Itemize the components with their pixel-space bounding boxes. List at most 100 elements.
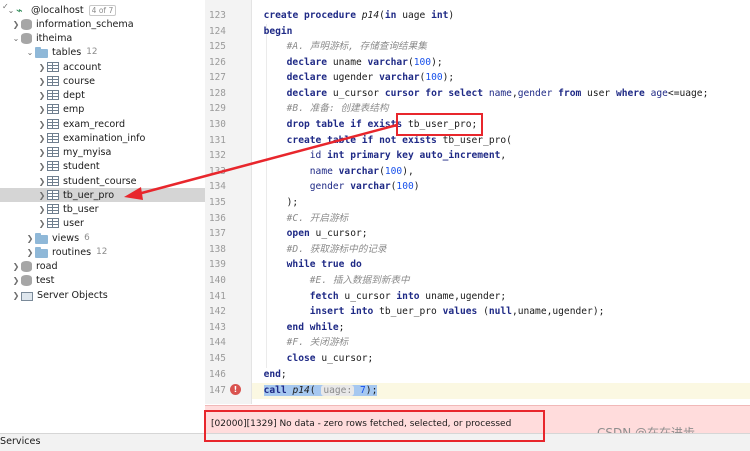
tree-item-examination-info[interactable]: ❯ examination_info [0, 131, 205, 145]
code-line-145[interactable]: #F. 关闭游标 [252, 335, 750, 351]
code-token: declare [286, 72, 333, 83]
chevron-right-icon[interactable]: ❯ [37, 117, 47, 131]
line-number: 131 [209, 135, 226, 146]
chevron-right-icon[interactable]: ❯ [37, 131, 47, 145]
code-line-143[interactable]: insert into tb_uer_pro values (null,unam… [252, 304, 750, 320]
line-number: 130 [209, 119, 226, 130]
code-line-136[interactable]: ); [252, 195, 750, 211]
code-line-127[interactable]: declare uname varchar(100); [252, 55, 750, 71]
code-editor[interactable]: create procedure p14(in uage int) begin … [252, 0, 750, 404]
code-token: ,uname,ugender); [511, 306, 605, 317]
code-token: gender [309, 181, 351, 192]
code-comment: #B. 准备: 创建表结构 [286, 103, 389, 114]
error-marker-icon[interactable]: ! [230, 384, 241, 395]
tree-item-course[interactable]: ❯ course [0, 74, 205, 88]
chevron-down-icon[interactable]: ⌄ [25, 45, 35, 59]
tree-item-exam-record[interactable]: ❯ exam_record [0, 117, 205, 131]
tree-item-label: routines [52, 246, 92, 258]
chevron-right-icon[interactable]: ❯ [37, 60, 47, 74]
code-line-142[interactable]: fetch u_cursor into uname,ugender; [252, 289, 750, 305]
chevron-right-icon[interactable]: ❯ [11, 259, 21, 273]
code-line-134[interactable]: name varchar(100), [252, 164, 750, 180]
tree-item-tb-user[interactable]: ❯ tb_user [0, 202, 205, 216]
code-token: declare [286, 88, 333, 99]
code-line-125[interactable]: begin [252, 24, 750, 40]
chevron-right-icon[interactable]: ❯ [37, 159, 47, 173]
chevron-right-icon[interactable]: ❯ [11, 17, 21, 31]
code-token: name [309, 166, 339, 177]
code-line-130[interactable]: #B. 准备: 创建表结构 [252, 101, 750, 117]
tree-item-student[interactable]: ❯ student [0, 159, 205, 173]
chevron-down-icon[interactable]: ⌄ [6, 3, 16, 17]
code-line-146[interactable]: close u_cursor; [252, 351, 750, 367]
tree-item-my-myisa[interactable]: ❯ my_myisa [0, 145, 205, 159]
code-token: end [263, 369, 281, 380]
code-line-135[interactable]: gender varchar(100) [252, 179, 750, 195]
database-tree: ✓ ⌄ ⌁ @localhost 4 of 7 ❯ information_sc… [0, 0, 205, 433]
code-line-128[interactable]: declare ugender varchar(100); [252, 70, 750, 86]
chevron-right-icon[interactable]: ❯ [37, 202, 47, 216]
tree-item-dept[interactable]: ❯ dept [0, 88, 205, 102]
code-token: drop table if exists [286, 119, 408, 130]
code-token: uname,ugender; [425, 291, 507, 302]
code-line-141[interactable]: #E. 插入数据到新表中 [252, 273, 750, 289]
tree-item-test[interactable]: ❯ test [0, 273, 205, 287]
annotation-box-table-name [396, 113, 483, 136]
code-token: varchar [367, 57, 408, 68]
code-line-144[interactable]: end while; [252, 320, 750, 336]
line-number: 137 [209, 228, 226, 239]
tree-item-views[interactable]: ❯ views 6 [0, 231, 205, 245]
tree-item-itheima[interactable]: ⌄ itheima [0, 31, 205, 45]
tree-item-tables[interactable]: ⌄ tables 12 [0, 45, 205, 59]
tree-item-emp[interactable]: ❯ emp [0, 102, 205, 116]
tree-item-tb-uer-pro[interactable]: ❯ tb_uer_pro [0, 188, 205, 202]
code-line-126[interactable]: #A. 声明游标, 存储查询结果集 [252, 39, 750, 55]
chevron-right-icon[interactable]: ❯ [37, 102, 47, 116]
code-token: age [650, 88, 668, 99]
chevron-right-icon[interactable]: ❯ [37, 145, 47, 159]
tree-item-label: my_myisa [63, 146, 112, 158]
code-token: uname [332, 57, 368, 68]
table-icon [47, 147, 59, 157]
code-line-129[interactable]: declare u_cursor cursor for select name,… [252, 86, 750, 102]
code-line-137[interactable]: #C. 开启游标 [252, 211, 750, 227]
tree-item-routines[interactable]: ❯ routines 12 [0, 245, 205, 259]
code-line-138[interactable]: open u_cursor; [252, 226, 750, 242]
chevron-right-icon[interactable]: ❯ [25, 245, 35, 259]
line-number: 145 [209, 353, 226, 364]
tree-host[interactable]: ⌄ ⌁ @localhost 4 of 7 [0, 3, 205, 17]
chevron-right-icon[interactable]: ❯ [25, 231, 35, 245]
code-line-133[interactable]: id int primary key auto_increment, [252, 148, 750, 164]
code-comment: #A. 声明游标, 存储查询结果集 [286, 41, 427, 52]
database-icon [21, 274, 32, 286]
code-line-132[interactable]: create table if not exists tb_user_pro( [252, 133, 750, 149]
chevron-right-icon[interactable]: ❯ [11, 273, 21, 287]
line-number: 136 [209, 213, 226, 224]
selected-call-statement[interactable]: call p14( uage: 7); [263, 385, 378, 396]
code-line-124[interactable]: create procedure p14(in uage int) [252, 8, 750, 24]
chevron-down-icon[interactable]: ⌄ [11, 31, 21, 45]
code-line-148[interactable]: call p14( uage: 7); [252, 383, 750, 399]
code-line-147[interactable]: end; [252, 367, 750, 383]
code-token: into [396, 291, 426, 302]
chevron-right-icon[interactable]: ❯ [37, 174, 47, 188]
chevron-right-icon[interactable]: ❯ [37, 216, 47, 230]
chevron-right-icon[interactable]: ❯ [11, 288, 21, 302]
tree-item-server-objects[interactable]: ❯ Server Objects [0, 288, 205, 302]
tree-item-user[interactable]: ❯ user [0, 216, 205, 230]
code-token: tb_uer_pro [379, 306, 443, 317]
tree-item-information-schema[interactable]: ❯ information_schema [0, 17, 205, 31]
code-line-131[interactable]: drop table if exists tb_user_pro; [252, 117, 750, 133]
chevron-right-icon[interactable]: ❯ [37, 188, 47, 202]
code-line-140[interactable]: while true do [252, 257, 750, 273]
tree-item-road[interactable]: ❯ road [0, 259, 205, 273]
chevron-right-icon[interactable]: ❯ [37, 74, 47, 88]
services-tab[interactable]: Services [0, 436, 40, 447]
database-icon [21, 260, 32, 272]
code-token: close [286, 353, 322, 364]
code-token: while true do [286, 259, 362, 270]
tree-item-student-course[interactable]: ❯ student_course [0, 174, 205, 188]
code-line-139[interactable]: #D. 获取游标中的记录 [252, 242, 750, 258]
chevron-right-icon[interactable]: ❯ [37, 88, 47, 102]
tree-item-account[interactable]: ❯ account [0, 60, 205, 74]
